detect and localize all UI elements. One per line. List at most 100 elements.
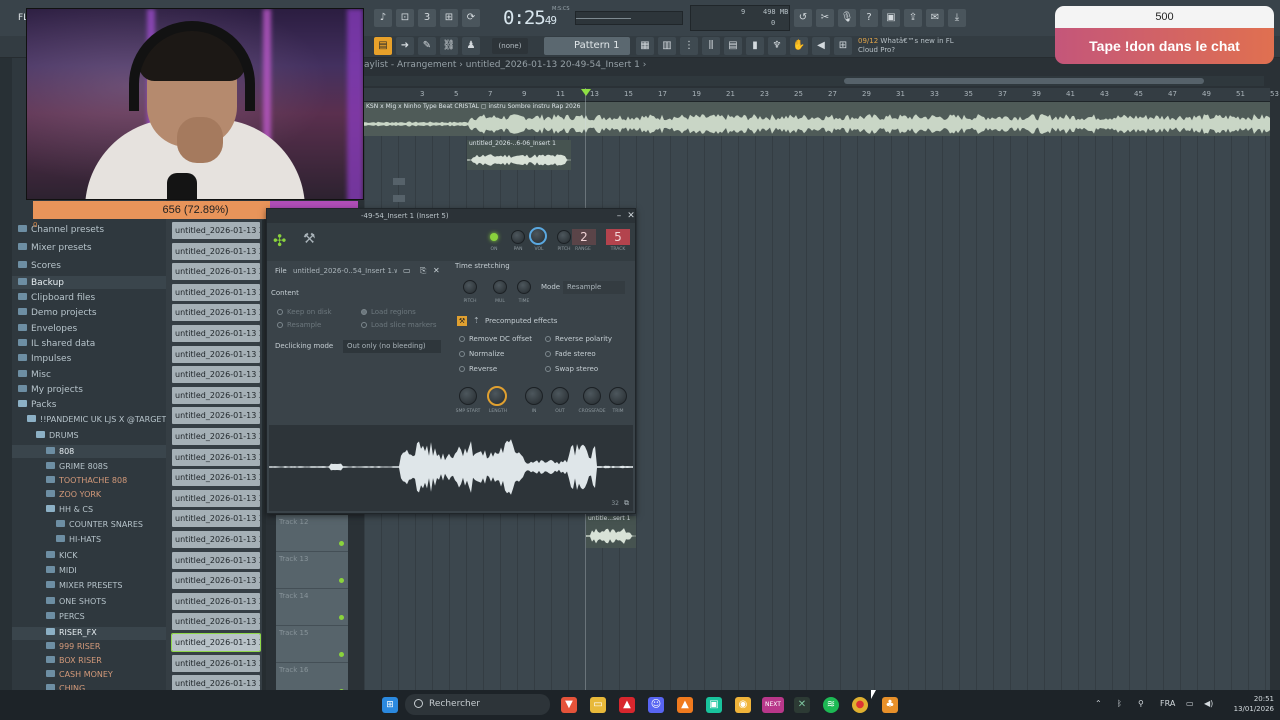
browser-item-envelopes[interactable]: Envelopes	[18, 324, 77, 334]
length-knob[interactable]	[487, 386, 507, 406]
next-app-icon[interactable]: NEXT	[762, 697, 784, 713]
waveform-expand-icon[interactable]: ⧉	[624, 499, 629, 508]
plugin-picker-icon[interactable]: ♆	[768, 37, 786, 55]
clip-stub[interactable]	[393, 178, 405, 185]
pitch-knob[interactable]	[557, 230, 571, 244]
browser-item-clipboard[interactable]: Clipboard files	[18, 293, 95, 303]
playlist-icon[interactable]: ▦	[636, 37, 654, 55]
browser-item-midi[interactable]: MIDI	[46, 566, 77, 575]
load-regions-option[interactable]: Load regions	[361, 308, 416, 316]
windows-start-icon[interactable]: ⊞	[382, 697, 398, 713]
resample-option[interactable]: Resample	[277, 321, 321, 329]
step-edit-icon[interactable]: ⊞	[440, 9, 458, 27]
swap-stereo-option[interactable]: Swap stereo	[545, 365, 598, 373]
sample-waveform-display[interactable]: 32 ⧉	[269, 425, 633, 511]
file-list-item[interactable]: untitled_2026-01-13 20-...	[172, 551, 260, 569]
browser-item-mixer-presets-pack[interactable]: MIXER PRESETS	[46, 581, 122, 590]
save-icon[interactable]: ▣	[882, 9, 900, 27]
close-icon[interactable]: ✕	[625, 210, 637, 222]
browser-item-cash-money[interactable]: CASH MONEY	[46, 670, 113, 679]
help-icon[interactable]: ?	[860, 9, 878, 27]
sample-start-knob[interactable]	[459, 387, 477, 405]
tray-volume-icon[interactable]: ◀)	[1204, 699, 1213, 708]
tray-language[interactable]: FRA	[1160, 699, 1175, 708]
taskbar-search[interactable]: Rechercher	[405, 694, 550, 715]
file-list-item[interactable]: untitled_2026-01-13 20-...	[172, 654, 260, 672]
export-icon[interactable]: ⇪	[904, 9, 922, 27]
browser-item-demo-projects[interactable]: Demo projects	[18, 308, 97, 318]
declicking-mode-select[interactable]: Out only (no bleeding)	[343, 340, 441, 353]
browser-item-grime-808s[interactable]: GRIME 808S	[46, 462, 108, 471]
reverse-polarity-option[interactable]: Reverse polarity	[545, 335, 612, 343]
browser-item-999-riser[interactable]: 999 RISER	[46, 642, 100, 651]
browser-item-hi-hats[interactable]: HI-HATS	[56, 535, 101, 544]
file-list-item[interactable]: untitled_2026-01-13 20-...	[172, 325, 260, 342]
file-list-item[interactable]: untitled_2026-01-13 20-...	[172, 510, 260, 528]
browser-item-counter-snares[interactable]: COUNTER SNARES	[56, 520, 143, 529]
load-slice-markers-option[interactable]: Load slice markers	[361, 321, 437, 329]
browser-item-zoo-york[interactable]: ZOO YORK	[46, 490, 101, 499]
browser-item-il-shared[interactable]: IL shared data	[18, 339, 95, 349]
file-list-item[interactable]: untitled_2026-01-13 20-...	[172, 531, 260, 548]
file-list-item[interactable]: untitled_2026-01-13 20-...	[172, 222, 260, 239]
file-list-item[interactable]: untitled_2026-01-13 20-...	[172, 489, 260, 507]
file-name-field[interactable]: untitled_2026-0..54_Insert 1.wav	[289, 265, 397, 278]
tray-bluetooth-icon[interactable]: ᛒ	[1117, 699, 1122, 708]
ableton-icon[interactable]: ▲	[677, 697, 693, 713]
browser-item-scores[interactable]: Scores	[18, 261, 61, 271]
stamp-icon[interactable]: ♟	[462, 37, 480, 55]
discord-icon[interactable]: ☺	[648, 697, 664, 713]
terminal-icon[interactable]: ✕	[794, 697, 810, 713]
undo-history-icon[interactable]: ↺	[794, 9, 812, 27]
brave-icon[interactable]: ▼	[561, 697, 577, 713]
fade-stereo-option[interactable]: Fade stereo	[545, 350, 596, 358]
out-knob[interactable]	[551, 387, 569, 405]
app-yellow-icon[interactable]: ◉	[735, 697, 751, 713]
snap-selector[interactable]: (none)	[492, 38, 528, 54]
browser-item-drums[interactable]: DRUMS	[36, 431, 79, 440]
loop-record-icon[interactable]: ⟳	[462, 9, 480, 27]
playlist-horizontal-scrollbar[interactable]	[364, 76, 1264, 86]
file-list-item[interactable]: untitled_2026-01-13 20-...	[172, 304, 260, 322]
news-ticker[interactable]: 09/12 Whatâ€™s new in FL Cloud Pro?	[858, 36, 968, 58]
track-header-15[interactable]: Track 15	[276, 626, 348, 663]
clip-stub[interactable]	[393, 195, 405, 202]
link-file-icon[interactable]: ⎘	[420, 266, 426, 276]
metronome-icon[interactable]: ♪	[374, 9, 392, 27]
file-list-item[interactable]: untitled_2026-01-13 20-...	[172, 386, 260, 404]
tray-mic-icon[interactable]: ⚲	[1138, 699, 1144, 708]
crossfade-knob[interactable]	[583, 387, 601, 405]
touch-controller-icon[interactable]: ✋	[790, 37, 808, 55]
shop-icon[interactable]: ⊞	[834, 37, 852, 55]
chat-icon[interactable]: ✉	[926, 9, 944, 27]
app-teal-icon[interactable]: ▣	[706, 697, 722, 713]
pan-knob[interactable]	[511, 230, 525, 244]
browser-item-misc[interactable]: Misc	[18, 370, 51, 380]
ts-pitch-knob[interactable]	[463, 280, 477, 294]
speaker-icon[interactable]: ◀	[812, 37, 830, 55]
file-list-item[interactable]: untitled_2026-01-13 20-...	[172, 592, 260, 610]
open-folder-icon[interactable]: ▭	[403, 266, 411, 275]
browser-icon[interactable]: ▤	[724, 37, 742, 55]
file-list-item[interactable]: untitled_2026-01-13 20-...	[172, 448, 260, 466]
browser-item-one-shots[interactable]: ONE SHOTS	[46, 597, 106, 606]
browser-item-percs[interactable]: PERCS	[46, 612, 85, 621]
precomputed-arrow-icon[interactable]: ⇡	[473, 316, 480, 325]
plugin-database-icon[interactable]: ▮	[746, 37, 764, 55]
timeline-ruler[interactable]: 3 5 7 9 11 13 15 17 19 21 23 25 27 29 31 33 35 37 39 41 43 45…	[364, 88, 1279, 102]
browser-item-808[interactable]: 808	[46, 447, 74, 456]
remove-file-icon[interactable]: ✕	[433, 266, 440, 275]
link-icon[interactable]: ⛓	[440, 37, 458, 55]
trim-knob[interactable]	[609, 387, 627, 405]
wave-tab-icon[interactable]: ✣	[273, 231, 286, 250]
browser-item-riser-fx[interactable]: RISER_FX	[46, 628, 97, 637]
browser-item-kick[interactable]: KICK	[46, 551, 77, 560]
file-list-item[interactable]: untitled_2026-01-13 20-...	[172, 242, 260, 260]
tray-chevron-icon[interactable]: ⌃	[1095, 699, 1102, 708]
tray-network-icon[interactable]: ▭	[1186, 699, 1194, 708]
mixer-track-value[interactable]: 5	[606, 229, 630, 245]
fl-studio-icon[interactable]: ♣	[882, 697, 898, 713]
browser-item-pack-pandemic[interactable]: !!PANDEMIC UK LJS X @TARGETT	[27, 415, 171, 424]
pitch-range-value[interactable]: 2	[572, 229, 596, 245]
stretch-mode-select[interactable]: Resample	[563, 281, 625, 294]
